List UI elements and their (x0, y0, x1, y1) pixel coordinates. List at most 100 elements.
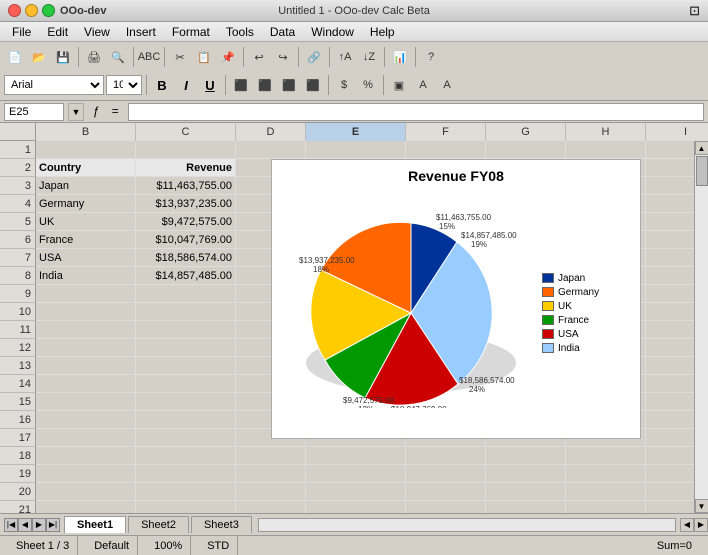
cell-c1[interactable] (136, 141, 236, 159)
col-header-c[interactable]: C (136, 123, 236, 141)
window-controls[interactable] (8, 4, 55, 17)
formula-equals-button[interactable]: = (107, 103, 124, 121)
row-header-17[interactable]: 17 (0, 429, 35, 447)
cell-b3[interactable]: Japan (36, 177, 136, 195)
row-header-1[interactable]: 1 (0, 141, 35, 159)
border-button[interactable]: ▣ (388, 74, 410, 96)
menu-help[interactable]: Help (362, 23, 403, 41)
cell-c5[interactable]: $9,472,575.00 (136, 213, 236, 231)
row-header-12[interactable]: 12 (0, 339, 35, 357)
scroll-track[interactable] (695, 155, 708, 499)
cell-b6[interactable]: France (36, 231, 136, 249)
col-header-g[interactable]: G (486, 123, 566, 141)
col-header-f[interactable]: F (406, 123, 486, 141)
font-size-selector[interactable]: 10 (106, 75, 142, 95)
cell-b1[interactable] (36, 141, 136, 159)
col-header-i[interactable]: I (646, 123, 708, 141)
sheet-tab-1[interactable]: Sheet1 (64, 516, 126, 533)
paste-button[interactable]: 📌 (217, 46, 239, 68)
sheet-next-button[interactable]: ▶ (32, 518, 46, 532)
cell-c2[interactable]: Revenue (136, 159, 236, 177)
cell-b7[interactable]: USA (36, 249, 136, 267)
menu-tools[interactable]: Tools (218, 23, 262, 41)
font-selector[interactable]: Arial (4, 75, 104, 95)
minimize-button[interactable] (25, 4, 38, 17)
cell-b4[interactable]: Germany (36, 195, 136, 213)
cell-h1[interactable] (566, 141, 646, 159)
chart[interactable]: Revenue FY08 (271, 159, 641, 439)
menu-data[interactable]: Data (262, 23, 303, 41)
cell-c4[interactable]: $13,937,235.00 (136, 195, 236, 213)
col-header-e[interactable]: E (306, 123, 406, 141)
cell-g1[interactable] (486, 141, 566, 159)
menu-edit[interactable]: Edit (39, 23, 76, 41)
underline-button[interactable]: U (199, 74, 221, 96)
cell-ref-dropdown[interactable]: ▼ (68, 103, 84, 121)
row-header-20[interactable]: 20 (0, 483, 35, 501)
hyperlink-button[interactable]: 🔗 (303, 46, 325, 68)
italic-button[interactable]: I (175, 74, 197, 96)
cell-c7[interactable]: $18,586,574.00 (136, 249, 236, 267)
align-right-button[interactable]: ⬛ (278, 74, 300, 96)
menu-format[interactable]: Format (164, 23, 218, 41)
scroll-down-button[interactable]: ▼ (695, 499, 708, 513)
scroll-up-button[interactable]: ▲ (695, 141, 708, 155)
bg-color-button[interactable]: A (412, 74, 434, 96)
cell-e1[interactable] (306, 141, 406, 159)
copy-button[interactable]: 📋 (193, 46, 215, 68)
scroll-thumb[interactable] (696, 156, 708, 186)
new-button[interactable]: 📄 (4, 46, 26, 68)
scroll-right-button[interactable]: ▶ (694, 518, 708, 532)
cell-b5[interactable]: UK (36, 213, 136, 231)
sheet-last-button[interactable]: ▶| (46, 518, 60, 532)
print-button[interactable]: 🖨 (83, 46, 105, 68)
formula-input[interactable] (128, 103, 704, 121)
resize-icon[interactable]: ⊡ (689, 3, 700, 19)
cell-b2[interactable]: Country (36, 159, 136, 177)
sheet-first-button[interactable]: |◀ (4, 518, 18, 532)
spellcheck-button[interactable]: ABC (138, 46, 160, 68)
row-header-18[interactable]: 18 (0, 447, 35, 465)
cell-c9[interactable] (136, 285, 236, 303)
row-header-13[interactable]: 13 (0, 357, 35, 375)
close-button[interactable] (8, 4, 21, 17)
percent-button[interactable]: % (357, 74, 379, 96)
sheet-tab-2[interactable]: Sheet2 (128, 516, 189, 533)
scrollbar-vertical[interactable]: ▲ ▼ (694, 141, 708, 513)
help-button[interactable]: ? (420, 46, 442, 68)
row-header-10[interactable]: 10 (0, 303, 35, 321)
open-button[interactable]: 📂 (28, 46, 50, 68)
cut-button[interactable]: ✂ (169, 46, 191, 68)
row-header-4[interactable]: 4 (0, 195, 35, 213)
menu-window[interactable]: Window (303, 23, 362, 41)
preview-button[interactable]: 🔍 (107, 46, 129, 68)
justify-button[interactable]: ⬛ (302, 74, 324, 96)
menu-view[interactable]: View (76, 23, 118, 41)
font-color-button[interactable]: A (436, 74, 458, 96)
sort-desc-button[interactable]: ↓Z (358, 46, 380, 68)
cell-c8[interactable]: $14,857,485.00 (136, 267, 236, 285)
row-header-9[interactable]: 9 (0, 285, 35, 303)
row-header-15[interactable]: 15 (0, 393, 35, 411)
row-header-8[interactable]: 8 (0, 267, 35, 285)
scroll-left-button[interactable]: ◀ (680, 518, 694, 532)
col-header-d[interactable]: D (236, 123, 306, 141)
undo-button[interactable]: ↩ (248, 46, 270, 68)
sheet-prev-button[interactable]: ◀ (18, 518, 32, 532)
menu-file[interactable]: File (4, 23, 39, 41)
sort-asc-button[interactable]: ↑A (334, 46, 356, 68)
chart-button[interactable]: 📊 (389, 46, 411, 68)
formula-function-button[interactable]: ƒ (88, 103, 105, 121)
sheet-tab-3[interactable]: Sheet3 (191, 516, 252, 533)
redo-button[interactable]: ↪ (272, 46, 294, 68)
row-header-6[interactable]: 6 (0, 231, 35, 249)
row-header-19[interactable]: 19 (0, 465, 35, 483)
col-header-h[interactable]: H (566, 123, 646, 141)
align-center-button[interactable]: ⬛ (254, 74, 276, 96)
cell-c3[interactable]: $11,463,755.00 (136, 177, 236, 195)
row-header-14[interactable]: 14 (0, 375, 35, 393)
cell-c6[interactable]: $10,047,769.00 (136, 231, 236, 249)
align-left-button[interactable]: ⬛ (230, 74, 252, 96)
row-header-7[interactable]: 7 (0, 249, 35, 267)
row-header-16[interactable]: 16 (0, 411, 35, 429)
